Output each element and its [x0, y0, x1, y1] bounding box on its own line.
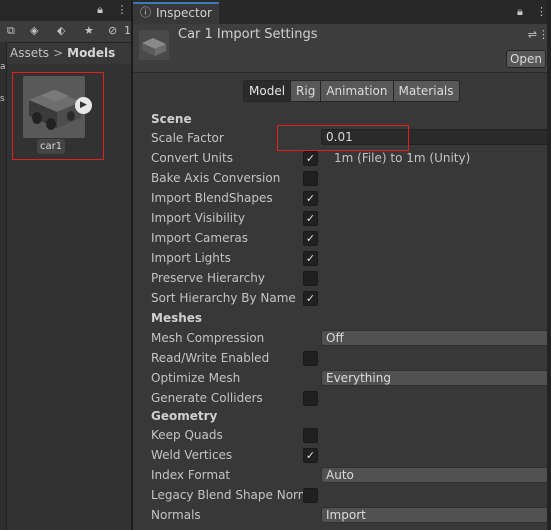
project-toolbar: ⧉ ◈ ⬖ ★ ⊘ 1 — [0, 21, 133, 43]
import-cameras-checkbox[interactable]: ✓ — [303, 231, 318, 246]
convert-units-checkbox[interactable]: ✓ — [303, 151, 318, 166]
filter-by-type-icon[interactable]: ◈ — [30, 24, 38, 38]
asset-label: car1 — [37, 139, 66, 154]
field-label: Scale Factor — [151, 131, 224, 145]
preserve-hierarchy-checkbox[interactable] — [303, 271, 318, 286]
tab-rig[interactable]: Rig — [290, 80, 322, 102]
inspector-header: Car 1 Import Settings ⇌ ⋮ — [133, 24, 551, 73]
import-lights-checkbox[interactable]: ✓ — [303, 251, 318, 266]
tab-inspector[interactable]: ⓘ Inspector — [133, 2, 219, 24]
weld-vertices-checkbox[interactable]: ✓ — [303, 448, 318, 463]
convert-units-note: 1m (File) to 1m (Unity) — [334, 151, 471, 165]
dropdown-value: Off — [326, 331, 344, 345]
project-window-bar: 🔒︎ ⋮ — [0, 0, 133, 22]
field-label: Import Lights — [151, 251, 231, 265]
play-preview-icon[interactable]: ▶ — [75, 97, 92, 114]
field-label: Import Visibility — [151, 211, 245, 225]
breadcrumb-separator: > — [53, 46, 64, 60]
optimize-mesh-dropdown[interactable]: Everything — [321, 370, 551, 386]
field-label: Import Cameras — [151, 231, 248, 245]
asset-item-car1[interactable]: ▶ car1 — [12, 72, 104, 160]
dropdown-value: Everything — [326, 371, 391, 385]
legacy-blend-shape-checkbox[interactable] — [303, 488, 318, 503]
breadcrumb-assets[interactable]: Assets — [10, 46, 49, 60]
project-panel: 🔒︎ ⋮ ⧉ ◈ ⬖ ★ ⊘ 1 a s Assets > Models ▶ c… — [0, 0, 133, 530]
generate-colliders-checkbox[interactable] — [303, 391, 318, 406]
more-options-icon[interactable]: ⋮ — [536, 5, 547, 19]
dropdown-value: Import — [326, 508, 366, 522]
scale-factor-highlight — [277, 125, 409, 151]
hidden-packages-count: 1 — [124, 24, 131, 37]
field-label: Preserve Hierarchy — [151, 271, 265, 285]
more-options-icon[interactable]: ⋮ — [115, 3, 129, 17]
tree-fragment: a — [0, 62, 6, 72]
sort-hierarchy-checkbox[interactable]: ✓ — [303, 291, 318, 306]
info-icon: ⓘ — [140, 6, 151, 19]
section-header: Geometry — [151, 409, 218, 423]
tree-fragment: s — [0, 94, 5, 104]
model-file-icon — [139, 30, 169, 60]
section-header: Meshes — [151, 311, 203, 325]
search-by-type-icon[interactable]: ⧉ — [7, 24, 15, 38]
field-label: Keep Quads — [151, 428, 223, 442]
tab-model[interactable]: Model — [243, 80, 292, 102]
inspector-panel: ⓘ Inspector 🔒︎ ⋮ Car 1 Import Settings ⇌… — [133, 0, 551, 530]
field-label: Read/Write Enabled — [151, 351, 270, 365]
lock-icon[interactable]: 🔒︎ — [517, 5, 523, 19]
tab-materials[interactable]: Materials — [392, 80, 460, 102]
bake-axis-checkbox[interactable] — [303, 171, 318, 186]
section-header: Scene — [151, 112, 192, 126]
preset-settings-icon[interactable]: ⇌ — [528, 28, 537, 41]
folder-tree-edge[interactable]: a s — [0, 42, 7, 530]
field-label: Index Format — [151, 468, 231, 482]
mesh-compression-dropdown[interactable]: Off — [321, 330, 551, 346]
field-label: Normals — [151, 508, 201, 522]
breadcrumb-models[interactable]: Models — [67, 46, 115, 60]
inspector-window-bar: ⓘ Inspector 🔒︎ ⋮ — [133, 0, 551, 24]
tab-label: Inspector — [156, 6, 212, 20]
field-label: Optimize Mesh — [151, 371, 241, 385]
import-blendshapes-checkbox[interactable]: ✓ — [303, 191, 318, 206]
hidden-packages-icon[interactable]: ⊘ — [108, 24, 117, 38]
tab-animation[interactable]: Animation — [320, 80, 394, 102]
favorites-star-icon[interactable]: ★ — [84, 24, 94, 38]
dropdown-value: Auto — [326, 468, 354, 482]
keep-quads-checkbox[interactable] — [303, 428, 318, 443]
filter-by-label-icon[interactable]: ⬖ — [57, 24, 65, 38]
page-title: Car 1 Import Settings — [178, 27, 318, 42]
field-label: Sort Hierarchy By Name — [151, 291, 296, 305]
import-tabs: Model Rig Animation Materials — [243, 80, 460, 102]
read-write-checkbox[interactable] — [303, 351, 318, 366]
field-label: Convert Units — [151, 151, 233, 165]
import-visibility-checkbox[interactable]: ✓ — [303, 211, 318, 226]
breadcrumb: Assets > Models — [10, 44, 115, 62]
field-label: Bake Axis Conversion — [151, 171, 281, 185]
index-format-dropdown[interactable]: Auto — [321, 467, 551, 483]
open-button[interactable]: Open — [506, 50, 546, 68]
field-label: Weld Vertices — [151, 448, 233, 462]
field-label: Mesh Compression — [151, 331, 265, 345]
field-label: Legacy Blend Shape Norm — [151, 488, 310, 502]
window-edge — [547, 0, 551, 530]
normals-dropdown[interactable]: Import — [321, 507, 551, 523]
field-label: Import BlendShapes — [151, 191, 273, 205]
lock-icon[interactable]: 🔒︎ — [93, 3, 107, 17]
field-label: Generate Colliders — [151, 391, 263, 405]
